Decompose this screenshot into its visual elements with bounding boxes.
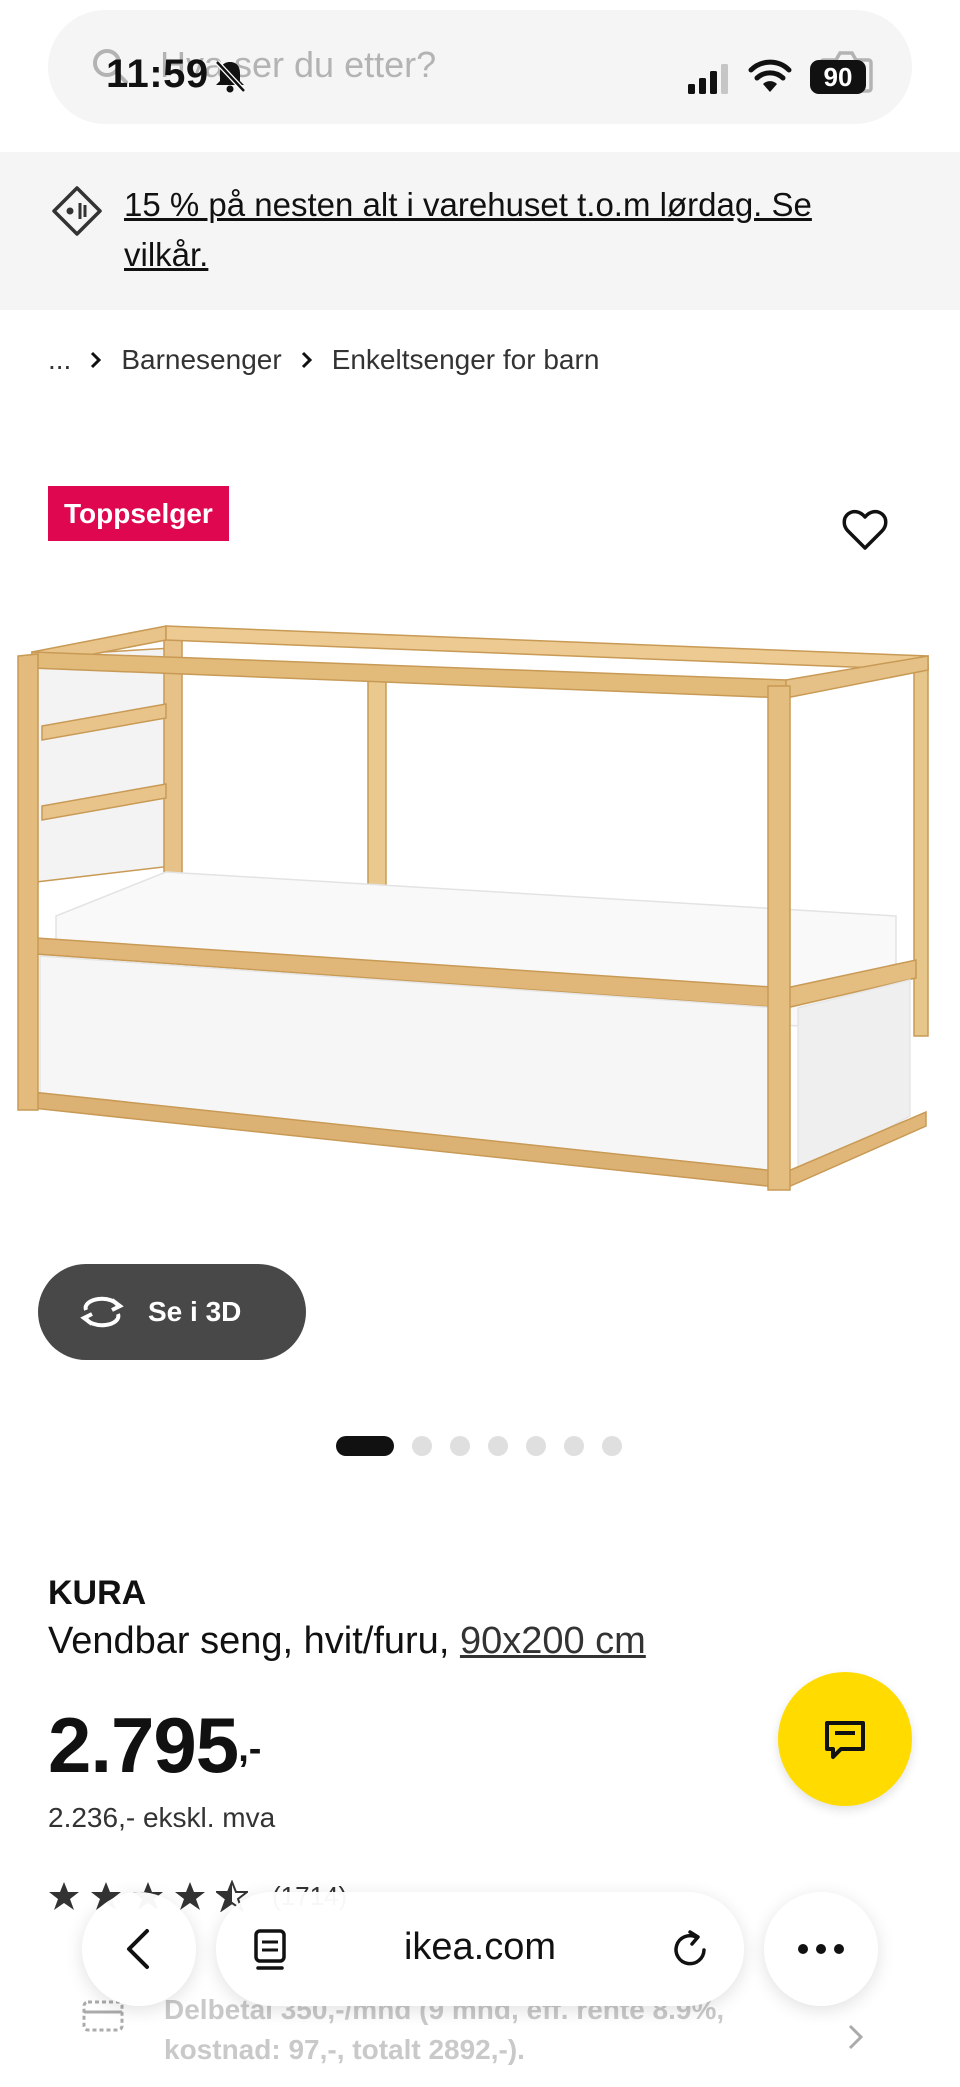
carousel-dot[interactable] xyxy=(412,1436,432,1456)
carousel-dot[interactable] xyxy=(526,1436,546,1456)
breadcrumb: ... Barnesenger Enkeltsenger for barn xyxy=(48,340,599,380)
cellular-signal-icon xyxy=(688,64,728,94)
star-icon xyxy=(175,1882,205,1910)
wifi-icon xyxy=(748,59,792,92)
rotate-3d-icon xyxy=(80,1296,124,1328)
chevron-left-icon xyxy=(127,1929,149,1969)
status-time: 11:59 xyxy=(106,52,209,96)
browser-domain[interactable]: ikea.com xyxy=(216,1926,744,1969)
carousel-dot[interactable] xyxy=(450,1436,470,1456)
price-tag-icon xyxy=(52,186,102,236)
browser-address-bar[interactable]: ikea.com xyxy=(216,1892,744,2006)
chevron-right-icon xyxy=(848,2024,864,2050)
chat-icon xyxy=(825,1721,865,1759)
price-ex-vat: 2.236,- ekskl. mva xyxy=(48,1802,276,1833)
battery-indicator: 90 xyxy=(810,60,866,94)
reload-icon[interactable] xyxy=(668,1928,712,1972)
carousel-dot[interactable] xyxy=(488,1436,508,1456)
heart-icon[interactable] xyxy=(842,508,888,552)
product-size-link[interactable]: 90x200 cm xyxy=(460,1620,646,1662)
promo-link[interactable]: 15 % på nesten alt i varehuset t.o.m lør… xyxy=(124,180,904,280)
product-image[interactable] xyxy=(16,616,946,1236)
product-description: Vendbar seng, hvit/furu, 90x200 cm xyxy=(48,1620,646,1663)
promo-banner[interactable]: 15 % på nesten alt i varehuset t.o.m lør… xyxy=(0,152,960,310)
price-amount: 2.795 xyxy=(48,1701,239,1789)
chevron-right-icon xyxy=(91,351,102,369)
topseller-badge: Toppselger xyxy=(48,486,229,541)
carousel-dot[interactable] xyxy=(564,1436,584,1456)
browser-back-button[interactable] xyxy=(82,1892,196,2006)
breadcrumb-ellipsis[interactable]: ... xyxy=(48,344,71,376)
product-price: 2.795 ,- xyxy=(48,1700,261,1791)
more-icon xyxy=(798,1944,844,1954)
carousel-dot-active[interactable] xyxy=(336,1436,394,1456)
product-description-text: Vendbar seng, hvit/furu, xyxy=(48,1620,450,1662)
breadcrumb-item-enkeltsenger[interactable]: Enkeltsenger for barn xyxy=(332,344,600,376)
star-icon xyxy=(49,1882,79,1910)
browser-more-button[interactable] xyxy=(764,1892,878,2006)
price-suffix: ,- xyxy=(238,1728,262,1770)
image-carousel-indicator xyxy=(336,1436,640,1456)
breadcrumb-item-barnesenger[interactable]: Barnesenger xyxy=(121,344,281,376)
view-3d-label: Se i 3D xyxy=(148,1296,242,1327)
chat-button[interactable] xyxy=(778,1672,912,1806)
bell-slash-icon xyxy=(215,60,246,93)
carousel-dot[interactable] xyxy=(602,1436,622,1456)
chevron-right-icon xyxy=(301,351,312,369)
product-name: KURA xyxy=(48,1574,147,1612)
view-3d-button[interactable]: Se i 3D xyxy=(38,1264,306,1360)
product-page: Hva ser du etter? 11:59 90 15 % på neste… xyxy=(0,0,960,2087)
